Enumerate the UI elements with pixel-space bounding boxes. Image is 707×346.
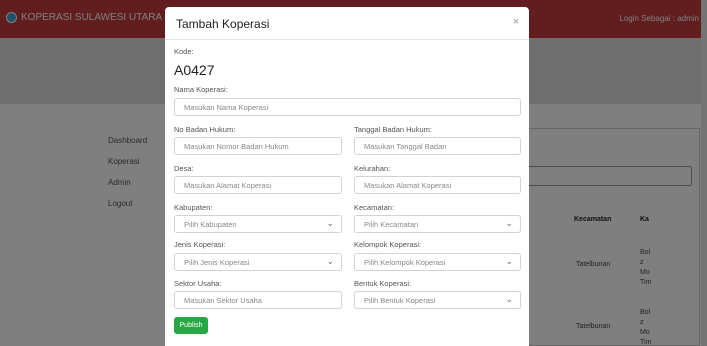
kabupaten-select[interactable]: Pilih Kabupaten: [174, 215, 342, 233]
kode-label: Kode:: [174, 47, 194, 56]
nama-koperasi-label: Nama Koperasi:: [174, 85, 228, 94]
kelompok-koperasi-label: Kelompok Koperasi:: [354, 240, 422, 249]
kelurahan-input[interactable]: Masukan Alamat Koperasi: [354, 176, 521, 194]
kode-value: A0427: [174, 62, 215, 78]
no-badan-hukum-input[interactable]: Masukan Nomor Badan Hukum: [174, 137, 342, 155]
add-koperasi-modal: Tambah Koperasi × Kode: A0427 Nama Koper…: [165, 7, 529, 346]
no-badan-hukum-label: No Badan Hukum:: [174, 125, 236, 134]
modal-header: Tambah Koperasi ×: [165, 7, 529, 40]
tanggal-badan-hukum-label: Tanggal Badan Hukum:: [354, 125, 432, 134]
kabupaten-label: Kabupaten:: [174, 203, 213, 212]
kelurahan-label: Kelurahan:: [354, 164, 391, 173]
kelompok-koperasi-select[interactable]: Pilih Kelompok Koperasi: [354, 253, 521, 271]
bentuk-koperasi-select[interactable]: Pilih Bentuk Koperasi: [354, 291, 521, 309]
bentuk-koperasi-label: Bentuk Koperasi:: [354, 279, 412, 288]
close-icon[interactable]: ×: [513, 16, 519, 28]
desa-label: Desa:: [174, 164, 194, 173]
tanggal-badan-hukum-input[interactable]: Masukan Tanggal Badan: [354, 137, 521, 155]
sektor-usaha-input[interactable]: Masukan Sektor Usaha: [174, 291, 342, 309]
modal-title: Tambah Koperasi: [176, 17, 270, 31]
jenis-koperasi-select[interactable]: Pilih Jenis Koperasi: [174, 253, 342, 271]
sektor-usaha-label: Sektor Usaha:: [174, 279, 222, 288]
nama-koperasi-input[interactable]: Masukan Nama Koperasi: [174, 98, 521, 116]
jenis-koperasi-label: Jenis Koperasi:: [174, 240, 226, 249]
kecamatan-label: Kecamatan:: [354, 203, 395, 212]
publish-button[interactable]: Publish: [174, 317, 208, 334]
kecamatan-select[interactable]: Pilih Kecamatan: [354, 215, 521, 233]
desa-input[interactable]: Masukan Alamat Koperasi: [174, 176, 342, 194]
